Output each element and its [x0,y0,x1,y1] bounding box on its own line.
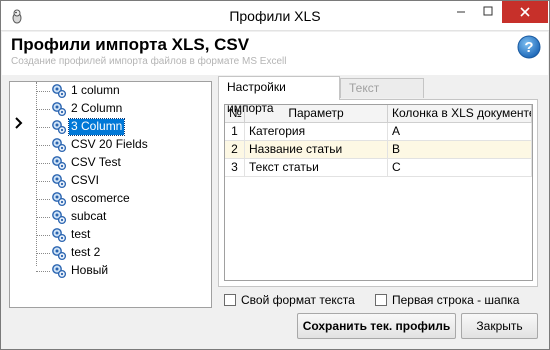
table-row[interactable]: 2 Название статьи B [225,141,532,159]
close-button[interactable]: Закрыть [461,313,538,339]
tree-item-label: CSVI [71,173,100,187]
profile-icon [51,173,67,189]
tree-connector [36,163,50,164]
profile-icon [51,137,67,153]
tree-item-label: test 2 [71,245,101,259]
profile-icon [51,209,67,225]
dialog-header: Профили импорта XLS, CSV Создание профил… [2,32,548,75]
tree-item-label: 1 column [71,83,120,97]
tree-item[interactable]: test [36,226,206,244]
maximize-icon [483,6,493,16]
tree-item[interactable]: Новый [36,262,206,280]
tree-connector [36,91,50,92]
tree-item[interactable]: CSV Test [36,154,206,172]
checkbox-box[interactable] [224,294,236,306]
tree-item[interactable]: 1 column [36,82,206,100]
profile-icon [51,191,67,207]
tree-connector [36,271,50,272]
tree-item-label: 3 Column [67,118,126,136]
tree-connector [36,199,50,200]
close-window-button[interactable] [502,1,548,23]
row-xls-column[interactable]: A [388,123,532,141]
row-xls-column[interactable]: B [388,141,532,159]
profile-icon [51,155,67,171]
minimize-icon [457,11,465,13]
profile-icon [51,119,67,135]
row-parameter: Текст статьи [245,159,388,177]
own-format-label: Свой формат текста [241,293,355,307]
tab-article-text[interactable]: Текст статей [340,78,424,114]
page-subtitle: Создание профилей импорта файлов в форма… [11,56,287,67]
row-parameter: Категория [245,123,388,141]
tree-connector [36,181,50,182]
row-xls-column[interactable]: C [388,159,532,177]
tree-connector [36,145,50,146]
current-row-pointer-icon [14,117,24,132]
table-row[interactable]: 1 Категория A [225,123,532,141]
tree-item[interactable]: CSV 20 Fields [36,136,206,154]
tree-item[interactable]: 2 Column [36,100,206,118]
page-title: Профили импорта XLS, CSV [11,35,250,54]
help-icon[interactable]: ? [517,35,541,59]
close-icon [520,7,530,17]
table-row[interactable]: 3 Текст статьи C [225,159,532,177]
svg-text:?: ? [524,39,533,56]
tree-item-label: CSV 20 Fields [71,137,148,151]
first-row-header-label: Первая строка - шапка [392,293,520,307]
tree-item-label: oscomerce [71,191,130,205]
tree-item[interactable]: CSVI [36,172,206,190]
profile-icon [51,83,67,99]
tree-item-label: 2 Column [71,101,123,115]
parameters-grid[interactable]: № Параметр Колонка в XLS документе 1 Кат… [224,104,533,281]
tree-connector [36,253,50,254]
tree-item-label: CSV Test [71,155,121,169]
maximize-button[interactable] [475,1,501,23]
tree-connector [36,127,50,128]
row-number: 3 [225,159,245,177]
save-profile-button[interactable]: Сохранить тек. профиль [297,313,456,339]
checkbox-box[interactable] [375,294,387,306]
row-parameter: Название статьи [245,141,388,159]
tree-item[interactable]: subcat [36,208,206,226]
tree-item[interactable]: test 2 [36,244,206,262]
column-header-xls-column[interactable]: Колонка в XLS документе [388,105,532,123]
tree-item-label: subcat [71,209,107,223]
profile-icon [51,227,67,243]
profile-icon [51,245,67,261]
row-number: 1 [225,123,245,141]
tree-item-label: Новый [71,263,109,277]
title-bar: Профили XLS [1,1,549,31]
row-number: 2 [225,141,245,159]
tree-item-label: test [71,227,91,241]
profile-icon [51,263,67,279]
tab-import-settings[interactable]: Настройки импорта [218,76,340,115]
tree-item[interactable]: oscomerce [36,190,206,208]
tree-item[interactable]: 3 Column [36,118,206,136]
minimize-button[interactable] [448,1,474,23]
tree-connector [36,217,50,218]
profile-icon [51,101,67,117]
tree-connector [36,109,50,110]
tree-connector [36,235,50,236]
